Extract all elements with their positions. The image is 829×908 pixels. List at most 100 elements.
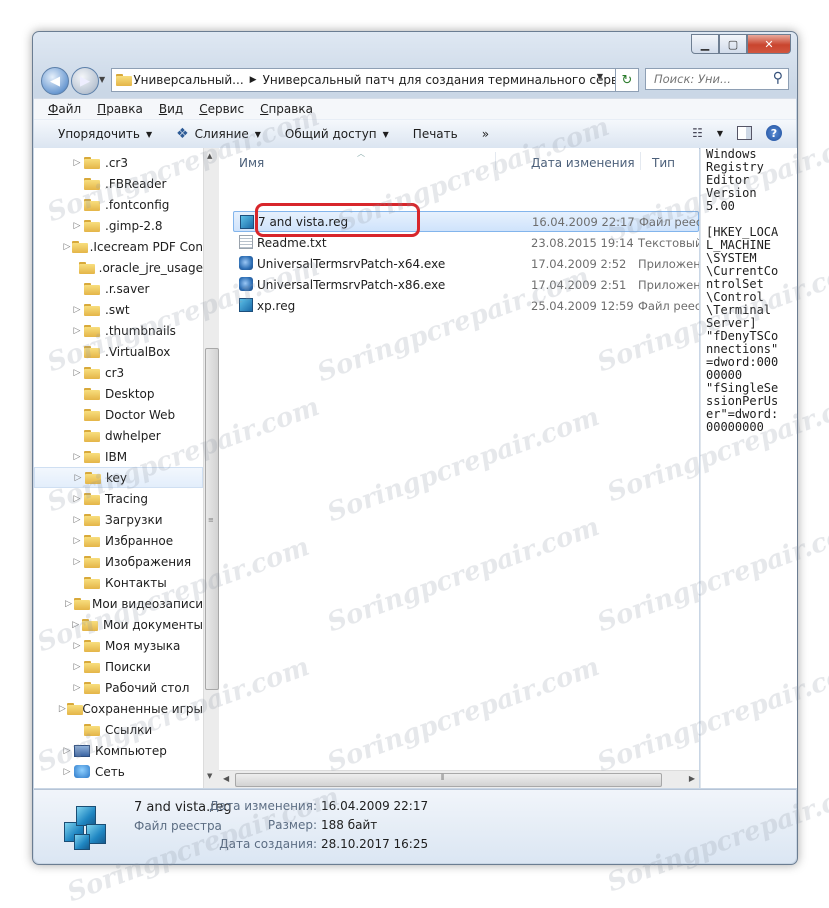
- nav-folder-item[interactable]: ▷ Избранное: [34, 530, 203, 551]
- expand-arrow-icon[interactable]: ▷: [70, 158, 84, 168]
- nav-folder-item[interactable]: ▷ Поиски: [34, 656, 203, 677]
- expand-arrow-icon[interactable]: ▷: [70, 683, 84, 693]
- expand-arrow-icon[interactable]: ▷: [62, 242, 73, 252]
- nav-folder-item[interactable]: ▷ Моя музыка: [34, 635, 203, 656]
- expand-arrow-icon[interactable]: ▷: [58, 704, 67, 714]
- column-divider[interactable]: [495, 152, 496, 170]
- minimize-button[interactable]: ▁: [691, 34, 719, 54]
- nav-root-item[interactable]: ▷ Компьютер: [34, 740, 203, 761]
- nav-folder-item[interactable]: dwhelper: [34, 425, 203, 446]
- nav-folder-item[interactable]: ▷ .thumbnails: [34, 320, 203, 341]
- nav-folder-item[interactable]: ▷ Изображения: [34, 551, 203, 572]
- file-type: Файл реестра: [639, 214, 699, 229]
- nav-folder-item[interactable]: .FBReader: [34, 173, 203, 194]
- forward-button[interactable]: ▶: [71, 67, 99, 95]
- nav-folder-item[interactable]: ▷ .Icecream PDF Con: [34, 236, 203, 257]
- scroll-left-icon[interactable]: ◀: [223, 774, 229, 783]
- nav-folder-item[interactable]: ▷ cr3: [34, 362, 203, 383]
- nav-folder-item[interactable]: ▷ Мои видеозаписи: [34, 593, 203, 614]
- scroll-up-icon[interactable]: ▲: [207, 152, 212, 160]
- nav-folder-item[interactable]: Desktop: [34, 383, 203, 404]
- view-mode-icon[interactable]: ☷: [692, 126, 703, 140]
- nav-folder-item[interactable]: ▷ .gimp-2.8: [34, 215, 203, 236]
- expand-arrow-icon[interactable]: ▷: [70, 305, 84, 315]
- nav-folder-item[interactable]: ▷ Мои документы: [34, 614, 203, 635]
- expand-arrow-icon[interactable]: ▷: [70, 452, 84, 462]
- view-dropdown-icon[interactable]: ▼: [717, 129, 723, 138]
- file-date: 23.08.2015 19:14: [531, 235, 634, 250]
- column-name[interactable]: Имя: [239, 156, 264, 170]
- menu-tools[interactable]: Сервис: [199, 102, 244, 116]
- scroll-grip-icon: ⦀: [441, 773, 445, 782]
- menu-edit[interactable]: Правка: [97, 102, 143, 116]
- nav-root-item[interactable]: ▷ Сеть: [34, 761, 203, 782]
- search-icon[interactable]: ⚲: [773, 70, 783, 86]
- maximize-button[interactable]: ▢: [719, 34, 747, 54]
- merge-button[interactable]: ❖ Слияние ▼: [176, 126, 261, 142]
- expand-arrow-icon[interactable]: ▷: [70, 326, 84, 336]
- file-row[interactable]: xp.reg 25.04.2009 12:59 Файл реестра: [233, 295, 699, 316]
- file-row[interactable]: UniversalTermsrvPatch-x64.exe 17.04.2009 …: [233, 253, 699, 274]
- close-button[interactable]: ✕: [747, 34, 791, 54]
- scroll-down-icon[interactable]: ▼: [207, 772, 212, 780]
- address-dropdown-icon[interactable]: ▼: [597, 72, 603, 81]
- refresh-icon: ↻: [621, 72, 633, 88]
- print-button[interactable]: Печать: [413, 127, 458, 141]
- breadcrumb-separator-icon[interactable]: ▶: [250, 75, 257, 85]
- nav-folder-item[interactable]: .oracle_jre_usage: [34, 257, 203, 278]
- column-type[interactable]: Тип: [652, 156, 675, 170]
- expand-arrow-icon[interactable]: ▷: [70, 221, 84, 231]
- nav-folder-item[interactable]: ▷ .swt: [34, 299, 203, 320]
- search-box[interactable]: ⚲: [645, 68, 789, 90]
- more-commands-button[interactable]: »: [482, 127, 489, 141]
- nav-folder-item[interactable]: ▷ .cr3: [34, 152, 203, 173]
- scrollbar-thumb[interactable]: [235, 773, 662, 787]
- navigation-scrollbar[interactable]: ▲ ≡ ▼: [203, 148, 219, 788]
- expand-arrow-icon[interactable]: ▷: [70, 641, 84, 651]
- expand-arrow-icon[interactable]: ▷: [71, 473, 85, 483]
- menu-file[interactable]: Файл: [48, 102, 81, 116]
- refresh-button[interactable]: ↻: [615, 68, 639, 92]
- help-icon[interactable]: ?: [766, 125, 782, 141]
- nav-folder-item[interactable]: ▷ Tracing: [34, 488, 203, 509]
- preview-pane-icon[interactable]: [737, 126, 752, 140]
- column-date[interactable]: Дата изменения: [531, 156, 635, 170]
- nav-folder-item[interactable]: .fontconfig: [34, 194, 203, 215]
- nav-folder-item[interactable]: ▷ Сохраненные игры: [34, 698, 203, 719]
- nav-folder-item[interactable]: .VirtualBox: [34, 341, 203, 362]
- expand-arrow-icon[interactable]: ▷: [70, 557, 84, 567]
- column-divider[interactable]: [640, 152, 641, 170]
- file-row[interactable]: UniversalTermsrvPatch-x86.exe 17.04.2009 …: [233, 274, 699, 295]
- search-input[interactable]: [652, 71, 764, 87]
- nav-item-label: Мои видеозаписи: [92, 596, 203, 611]
- expand-arrow-icon[interactable]: ▷: [60, 767, 74, 777]
- menu-view[interactable]: Вид: [159, 102, 183, 116]
- nav-folder-item[interactable]: ▷ Рабочий стол: [34, 677, 203, 698]
- recent-pages-dropdown[interactable]: ▼: [99, 75, 105, 84]
- expand-arrow-icon[interactable]: ▷: [70, 515, 84, 525]
- expand-arrow-icon[interactable]: ▷: [69, 620, 83, 630]
- nav-folder-item[interactable]: ▷ Загрузки: [34, 509, 203, 530]
- nav-folder-item[interactable]: .r.saver: [34, 278, 203, 299]
- expand-arrow-icon[interactable]: ▷: [70, 662, 84, 672]
- nav-folder-item[interactable]: ▷ IBM: [34, 446, 203, 467]
- expand-arrow-icon[interactable]: ▷: [70, 494, 84, 504]
- back-button[interactable]: ◀: [41, 67, 69, 95]
- nav-folder-item[interactable]: Ссылки: [34, 719, 203, 740]
- expand-arrow-icon[interactable]: ▷: [70, 536, 84, 546]
- share-button[interactable]: Общий доступ ▼: [285, 127, 389, 141]
- nav-folder-item[interactable]: ▷ key: [34, 467, 203, 488]
- nav-folder-item[interactable]: Контакты: [34, 572, 203, 593]
- horizontal-scrollbar[interactable]: ◀ ⦀ ▶: [219, 770, 699, 788]
- scroll-right-icon[interactable]: ▶: [689, 774, 695, 783]
- breadcrumb-1[interactable]: Универсальный...: [133, 73, 243, 87]
- folder-icon: [84, 555, 100, 568]
- menu-help[interactable]: Справка: [260, 102, 313, 116]
- expand-arrow-icon[interactable]: ▷: [70, 368, 84, 378]
- expand-arrow-icon[interactable]: ▷: [63, 599, 74, 609]
- organize-button[interactable]: Упорядочить ▼: [58, 127, 152, 141]
- nav-folder-item[interactable]: Doctor Web: [34, 404, 203, 425]
- breadcrumb-2[interactable]: Универсальный патч для создания терминал…: [263, 73, 618, 87]
- address-bar[interactable]: « Универсальный... ▶ Универсальный патч …: [111, 68, 619, 92]
- expand-arrow-icon[interactable]: ▷: [60, 746, 74, 756]
